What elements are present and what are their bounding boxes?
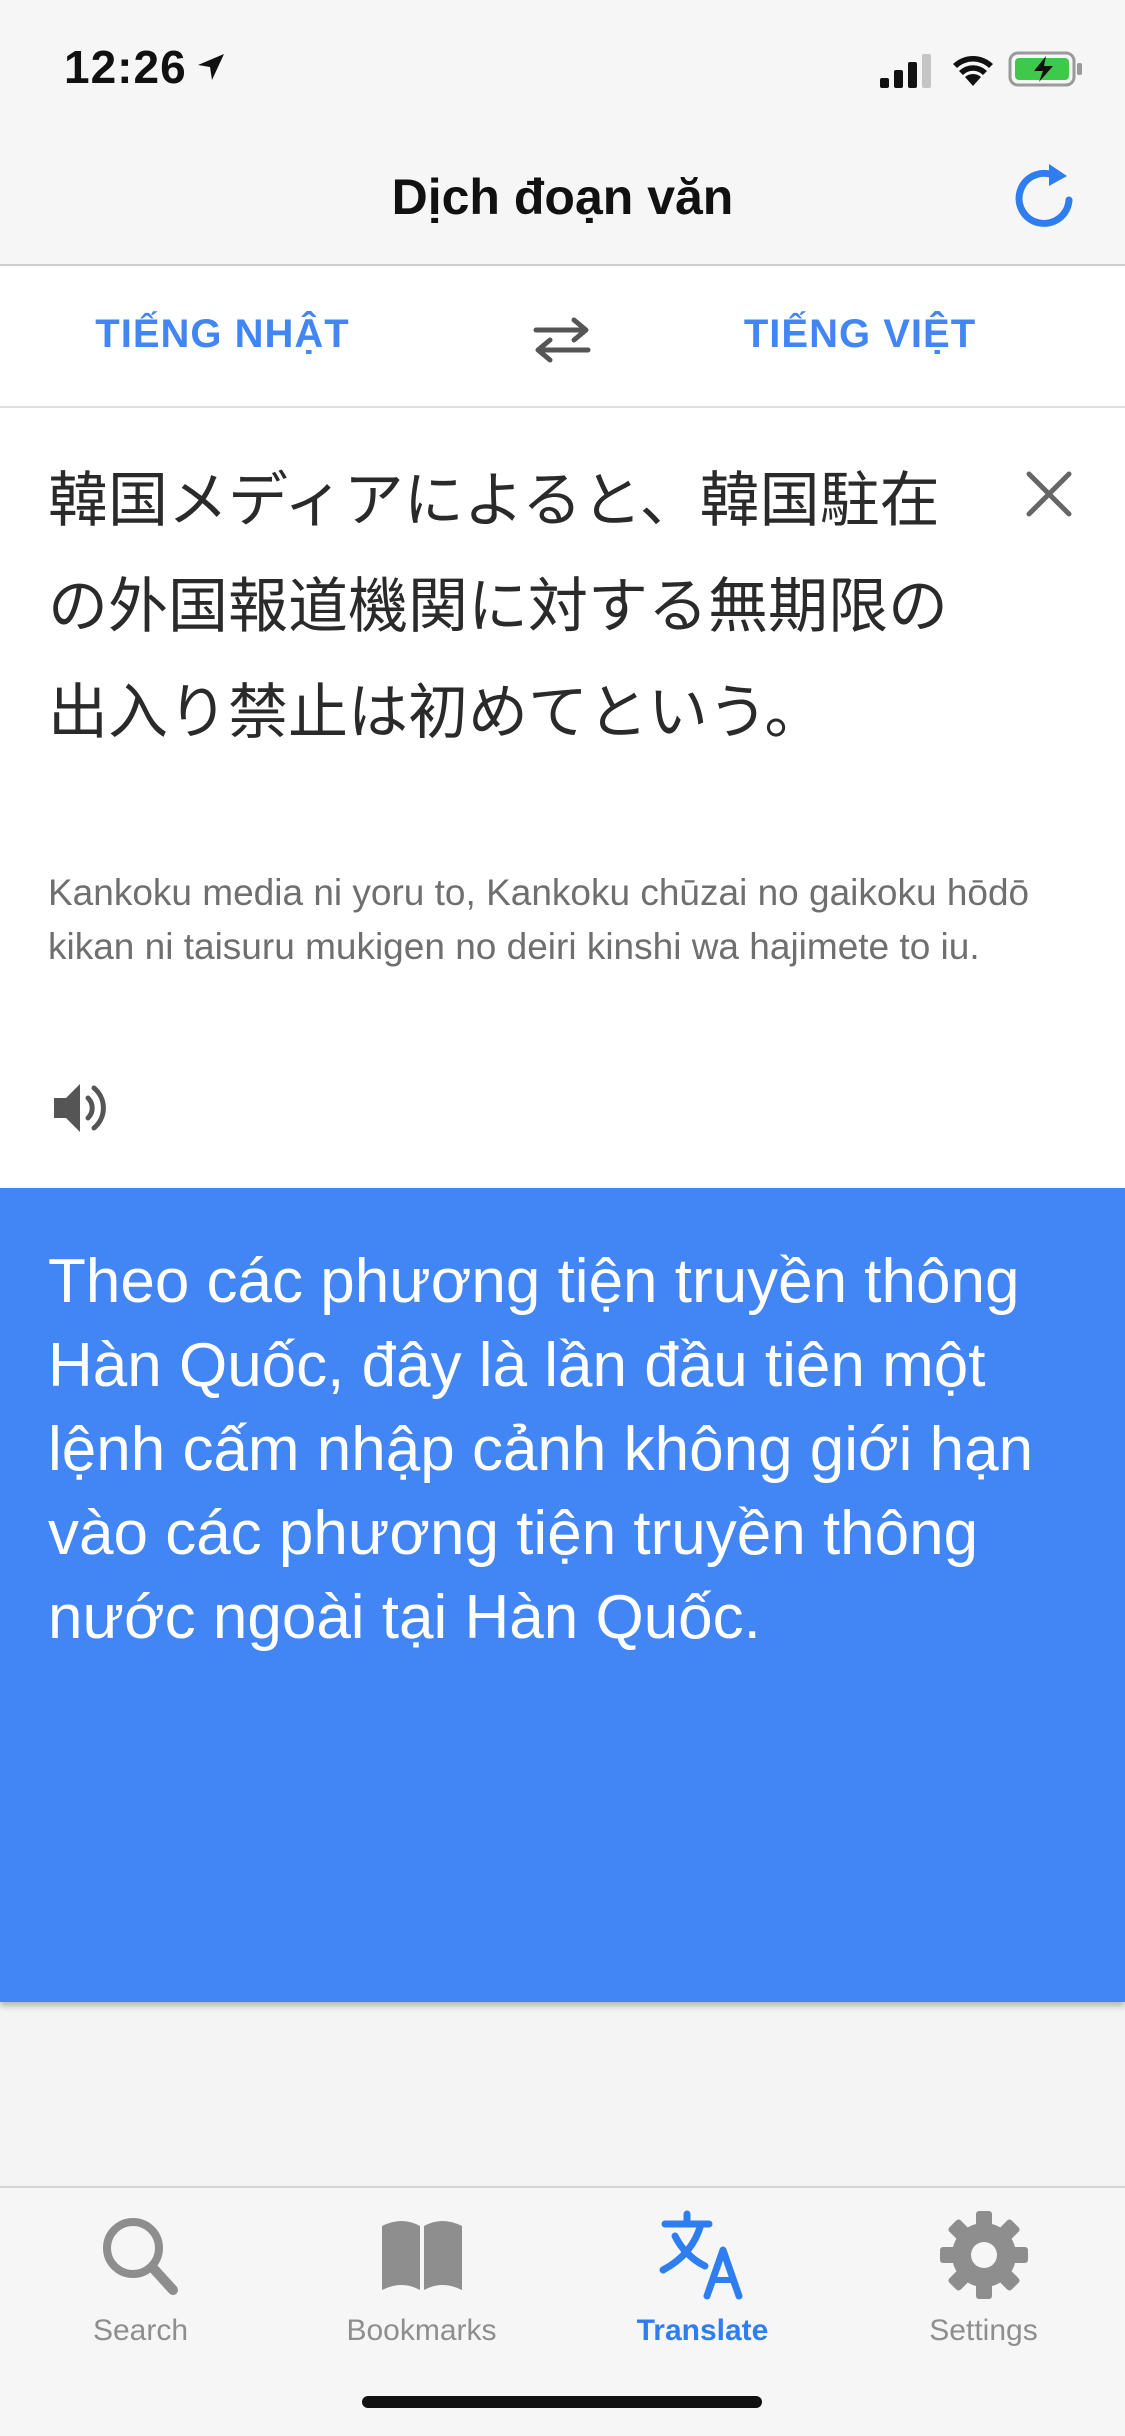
translate-icon	[659, 2210, 742, 2300]
source-text: 韓国メディアによると、韓国駐在の外国報道機関に対する無期限の出入り禁止は初めてと…	[48, 466, 948, 748]
refresh-button[interactable]	[1005, 158, 1085, 238]
status-bar: 12:26	[0, 0, 1125, 132]
status-time: 12:26	[64, 41, 187, 93]
language-selector: TIẾNG NHẬT TIẾNG VIỆT	[0, 266, 1125, 408]
tab-label-search: Search	[92, 2314, 189, 2347]
source-language-button[interactable]: TIẾNG NHẬT	[0, 312, 445, 357]
target-language-button[interactable]: TIẾNG VIỆT	[680, 312, 1040, 357]
source-text-container[interactable]: 韓国メディアによると、韓国駐在の外国報道機関に対する無期限の出入り禁止は初めてと…	[48, 448, 948, 813]
swap-languages-icon[interactable]	[528, 310, 596, 370]
navigation-bar: Dịch đoạn văn	[0, 132, 1125, 266]
clear-icon[interactable]	[1023, 468, 1075, 520]
page-title: Dịch đoạn văn	[391, 169, 734, 225]
cellular-signal-icon	[880, 54, 931, 88]
romanization-text: Kankoku media ni yoru to, Kankoku chūzai…	[48, 872, 1030, 967]
tab-search[interactable]: Search	[0, 2202, 281, 2352]
translation-text: Theo các phương tiện truyền thông Hàn Qu…	[48, 1247, 1034, 1652]
book-icon	[381, 2221, 462, 2290]
tab-label-settings: Settings	[929, 2314, 1038, 2347]
tab-label-translate: Translate	[636, 2314, 769, 2347]
tab-settings[interactable]: Settings	[843, 2202, 1124, 2352]
location-arrow-icon	[198, 54, 224, 80]
source-card: 韓国メディアによると、韓国駐在の外国報道機関に対する無期限の出入り禁止は初めてと…	[0, 408, 1125, 1188]
tab-translate[interactable]: Translate	[562, 2202, 843, 2352]
home-indicator	[362, 2396, 762, 2408]
wifi-icon	[953, 56, 993, 86]
gear-icon	[939, 2211, 1028, 2299]
translation-card[interactable]: Theo các phương tiện truyền thông Hàn Qu…	[0, 1188, 1125, 2002]
speaker-icon[interactable]	[50, 1076, 114, 1140]
battery-charging-icon	[1008, 51, 1082, 87]
tab-bookmarks[interactable]: Bookmarks	[281, 2202, 562, 2352]
tab-label-bookmarks: Bookmarks	[346, 2314, 497, 2347]
search-icon	[102, 2218, 178, 2295]
